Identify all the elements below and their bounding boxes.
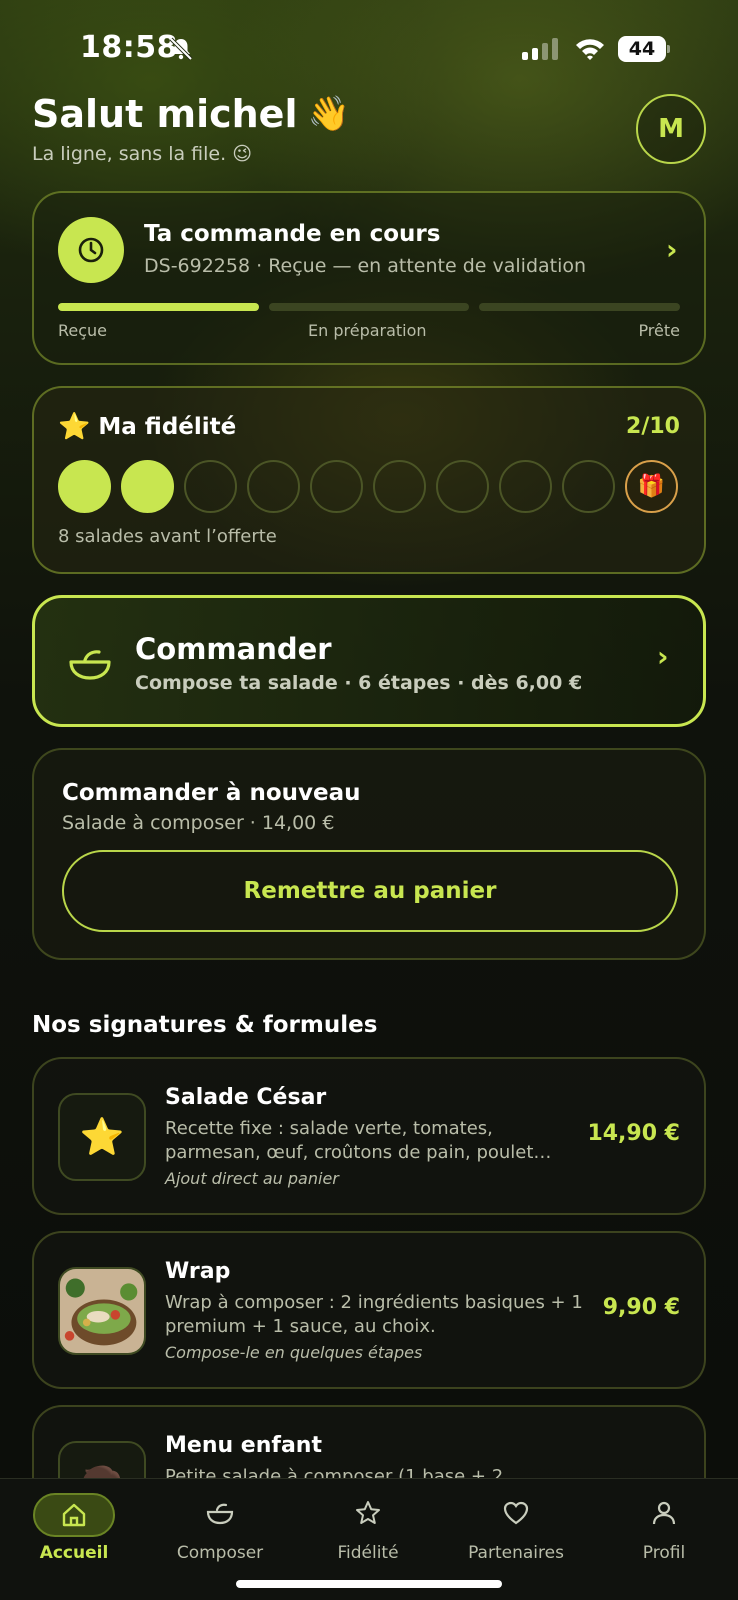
tab-profil[interactable]: Profil [594, 1493, 734, 1563]
stamp-empty [373, 460, 426, 513]
clock-icon [58, 217, 124, 283]
reorder-title: Commander à nouveau [62, 780, 361, 806]
progress-step-preparation [268, 303, 470, 311]
step-label-ready: Prête [638, 321, 680, 340]
product-description: Recette fixe : salade verte, tomates, pa… [165, 1118, 552, 1163]
greeting: Salut michel 👋 [32, 92, 350, 136]
tab-label: Profil [642, 1543, 686, 1563]
home-icon [33, 1493, 115, 1537]
wifi-icon [576, 39, 604, 60]
order-title: Ta commande en cours [144, 221, 441, 247]
order-status: DS-692258 · Reçue — en attente de valida… [144, 255, 587, 277]
star-icon [298, 1493, 438, 1533]
stamp-empty [562, 460, 615, 513]
home-indicator [236, 1580, 502, 1588]
wink-emoji: 😉 [232, 143, 253, 165]
product-note: Ajout direct au panier [165, 1169, 339, 1188]
stamp-filled [121, 460, 174, 513]
order-cta-subtitle: Compose ta salade · 6 étapes · dès 6,00 … [135, 672, 583, 694]
loyalty-count: 2/10 [626, 414, 680, 439]
loyalty-note: 8 salades avant l’offerte [58, 526, 277, 547]
signal-icon [522, 38, 558, 60]
add-back-to-cart-button[interactable]: Remettre au panier [62, 850, 678, 932]
tab-fidelite[interactable]: Fidélité [298, 1493, 438, 1563]
stamp-filled [58, 460, 111, 513]
tab-label: Fidélité [337, 1543, 399, 1563]
tab-accueil[interactable]: Accueil [4, 1493, 144, 1563]
step-label-received: Reçue [58, 321, 108, 340]
salad-bowl-image [60, 1269, 144, 1353]
stamp-empty [184, 460, 237, 513]
progress-step-ready [479, 303, 681, 311]
tab-label: Composer [176, 1543, 264, 1563]
product-price: 9,90 € [602, 1295, 680, 1320]
tagline: La ligne, sans la file. 😉 [32, 143, 252, 165]
user-icon [594, 1493, 734, 1533]
chevron-right-icon: › [666, 233, 678, 266]
tab-label: Accueil [39, 1543, 109, 1563]
loyalty-stamps: 🎁 [58, 460, 678, 513]
star-icon: ⭐ [58, 1093, 146, 1181]
loyalty-card[interactable]: ⭐ Ma fidélité 2/10 🎁 8 salades avant l’o… [32, 386, 706, 574]
reorder-card: Commander à nouveau Salade à composer · … [32, 748, 706, 960]
current-order-card[interactable]: Ta commande en cours DS-692258 · Reçue —… [32, 191, 706, 365]
step-label-preparation: En préparation [308, 321, 427, 340]
order-cta-card[interactable]: Commander Compose ta salade · 6 étapes ·… [32, 595, 706, 727]
stamp-empty [247, 460, 300, 513]
stamp-empty [310, 460, 363, 513]
product-description: Wrap à composer : 2 ingrédients basiques… [165, 1292, 583, 1337]
battery-level: 44 [628, 38, 656, 60]
loyalty-title: ⭐ Ma fidélité [58, 412, 236, 442]
bowl-icon [150, 1493, 290, 1533]
product-item[interactable]: Wrap Wrap à composer : 2 ingrédients bas… [32, 1231, 706, 1389]
reorder-subtitle: Salade à composer · 14,00 € [62, 812, 335, 834]
stamp-empty [499, 460, 552, 513]
order-progress [58, 303, 681, 311]
chevron-right-icon: › [657, 640, 669, 673]
salad-photo [58, 1267, 146, 1355]
star-icon: ⭐ [58, 412, 91, 442]
tagline-text: La ligne, sans la file. [32, 143, 227, 165]
heart-icon [446, 1493, 586, 1533]
section-title: Nos signatures & formules [32, 1012, 378, 1038]
progress-step-received [58, 303, 259, 311]
tab-label: Partenaires [468, 1543, 564, 1563]
bowl-icon [69, 650, 111, 680]
stamp-empty [436, 460, 489, 513]
product-item[interactable]: ⭐ Salade César Recette fixe : salade ver… [32, 1057, 706, 1215]
status-time: 18:58 [80, 30, 178, 65]
order-cta-title: Commander [135, 632, 332, 666]
tab-partenaires[interactable]: Partenaires [446, 1493, 586, 1563]
product-name: Wrap [165, 1259, 231, 1284]
avatar-button[interactable]: M [636, 94, 706, 164]
product-note: Compose-le en quelques étapes [165, 1343, 423, 1362]
tab-composer[interactable]: Composer [150, 1493, 290, 1563]
wave-emoji: 👋 [307, 94, 350, 134]
product-price: 14,90 € [587, 1121, 680, 1146]
bell-muted-icon [169, 37, 193, 61]
greeting-text: Salut michel [32, 92, 298, 136]
loyalty-title-text: Ma fidélité [98, 414, 237, 440]
gift-icon: 🎁 [625, 460, 678, 513]
battery-icon: 44 [618, 36, 670, 62]
product-name: Salade César [165, 1085, 327, 1110]
product-name: Menu enfant [165, 1433, 322, 1458]
